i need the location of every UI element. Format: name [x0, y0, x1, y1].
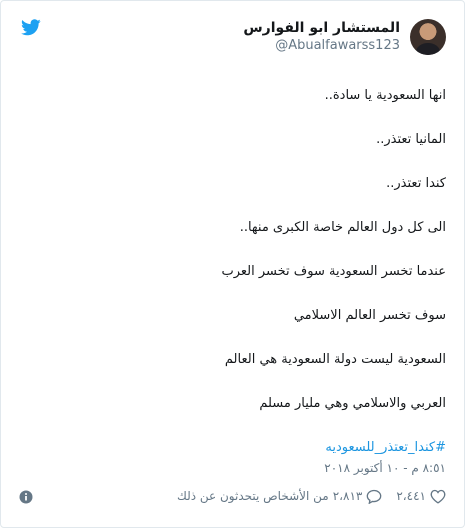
tweet-body: انها السعودية يا سادة.. المانيا تعتذر.. …	[19, 87, 446, 456]
heart-icon	[430, 489, 446, 504]
tweet-line: العربي والاسلامي وهي مليار مسلم	[259, 396, 446, 411]
tweet-actions: ٢،٤٤١ ٢،٨١٣ من الأشخاص يتحدثون عن ذلك	[19, 487, 446, 505]
author-names[interactable]: المستشار ابو الفوارس @Abualfawarss123	[243, 19, 400, 55]
tweet-line: السعودية ليست دولة السعودية هي العالم	[224, 352, 446, 367]
reply-label: من الأشخاص يتحدثون عن ذلك	[176, 489, 329, 503]
like-button[interactable]: ٢،٤٤١	[396, 489, 446, 504]
tweet-line: المانيا تعتذر..	[376, 132, 446, 147]
tweet-line: عندما تخسر السعودية سوف تخسر العرب	[221, 264, 446, 279]
twitter-bird-icon[interactable]	[21, 19, 41, 37]
avatar[interactable]	[410, 19, 446, 55]
author-handle[interactable]: @Abualfawarss123	[243, 37, 400, 55]
tweet-line: انها السعودية يا سادة..	[324, 88, 446, 103]
like-count: ٢،٤٤١	[396, 489, 426, 503]
tweet-line: سوف تخسر العالم الاسلامي	[293, 308, 446, 323]
reply-button[interactable]: ٢،٨١٣ من الأشخاص يتحدثون عن ذلك	[177, 489, 382, 504]
tweet-card: المستشار ابو الفوارس @Abualfawarss123 ان…	[0, 0, 465, 528]
info-icon[interactable]	[19, 489, 33, 504]
speech-bubble-icon	[366, 489, 382, 504]
tweet-line: الى كل دول العالم خاصة الكبرى منها..	[239, 220, 446, 235]
reply-count: ٢،٨١٣	[332, 489, 363, 503]
author-display-name[interactable]: المستشار ابو الفوارس	[243, 19, 400, 37]
tweet-header: المستشار ابو الفوارس @Abualfawarss123	[19, 19, 446, 69]
hashtag-link[interactable]: #كندا_تعتذر_للسعوديه	[19, 439, 446, 456]
tweet-line: كندا تعتذر..	[386, 176, 446, 191]
tweet-timestamp[interactable]: ٨:٥١ م - ١٠ أكتوبر ٢٠١٨	[324, 461, 446, 475]
